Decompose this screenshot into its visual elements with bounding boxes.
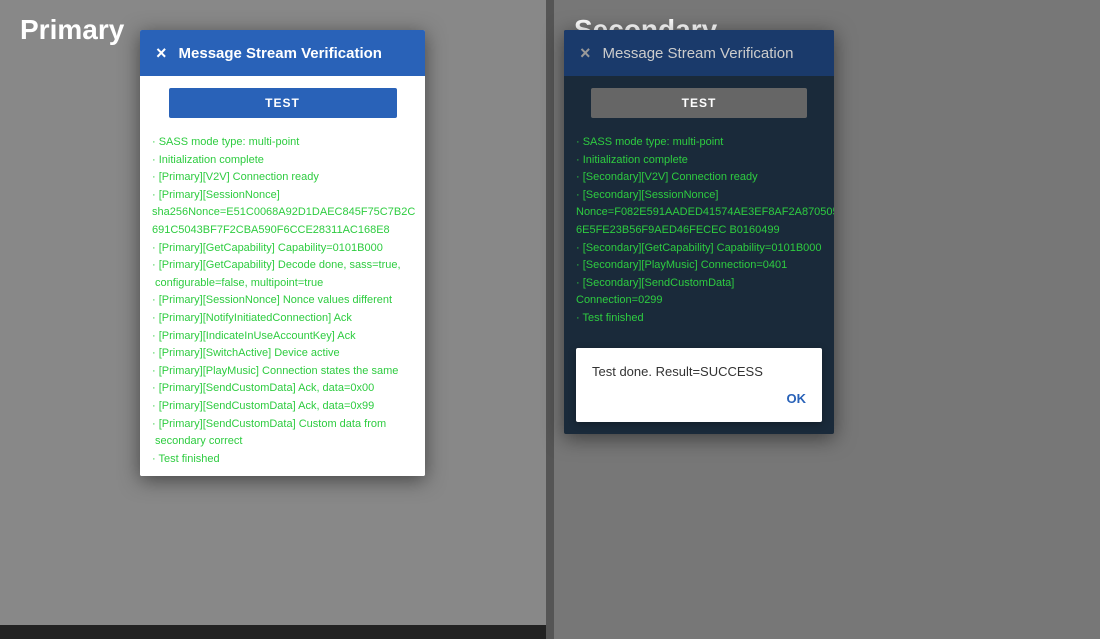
log-line: · [Primary][SwitchActive] Device active xyxy=(152,345,413,363)
log-line: · [Primary][V2V] Connection ready xyxy=(152,169,413,187)
log-line: · [Primary][PlayMusic] Connection states… xyxy=(152,363,413,381)
right-modal-title: Message Stream Verification xyxy=(603,45,794,62)
log-line: · SASS mode type: multi-point xyxy=(152,134,413,152)
log-line: · [Primary][SessionNonce] Nonce values d… xyxy=(152,292,413,310)
log-line: · [Primary][GetCapability] Capability=01… xyxy=(152,240,413,258)
log-line: · Test finished xyxy=(576,310,822,328)
result-ok-button[interactable]: OK xyxy=(592,391,806,406)
left-modal-log: · SASS mode type: multi-point · Initiali… xyxy=(140,126,425,476)
log-line: · Initialization complete xyxy=(576,152,822,170)
right-modal: × Message Stream Verification TEST · SAS… xyxy=(564,30,834,434)
result-dialog: Test done. Result=SUCCESS OK xyxy=(576,348,822,422)
log-line: · [Secondary][GetCapability] Capability=… xyxy=(576,240,822,258)
left-bottom-bar xyxy=(0,625,546,639)
log-line: · [Primary][IndicateInUseAccountKey] Ack xyxy=(152,328,413,346)
log-line: · [Secondary][SessionNonce]Nonce=F082E59… xyxy=(576,187,822,240)
log-line: · Test finished xyxy=(152,451,413,469)
left-modal: × Message Stream Verification TEST · SAS… xyxy=(140,30,425,476)
log-line: · [Primary][SendCustomData] Custom data … xyxy=(152,416,413,451)
left-modal-header: × Message Stream Verification xyxy=(140,30,425,76)
log-line: · SASS mode type: multi-point xyxy=(576,134,822,152)
log-line: · [Primary][SendCustomData] Ack, data=0x… xyxy=(152,380,413,398)
log-line: · [Primary][SessionNonce]sha256Nonce=E51… xyxy=(152,187,413,240)
log-line: · Initialization complete xyxy=(152,152,413,170)
left-modal-close-button[interactable]: × xyxy=(156,44,167,62)
log-line: · [Secondary][PlayMusic] Connection=0401 xyxy=(576,257,822,275)
log-line: · [Secondary][SendCustomData] Connection… xyxy=(576,275,822,310)
left-test-button[interactable]: TEST xyxy=(169,88,397,118)
left-panel: Primary × Message Stream Verification TE… xyxy=(0,0,546,639)
log-line: · [Primary][GetCapability] Decode done, … xyxy=(152,257,413,292)
log-line: · [Primary][NotifyInitiatedConnection] A… xyxy=(152,310,413,328)
panel-divider xyxy=(546,0,554,639)
log-line: · [Primary][SendCustomData] Ack, data=0x… xyxy=(152,398,413,416)
result-message: Test done. Result=SUCCESS xyxy=(592,364,806,379)
log-line: · [Secondary][V2V] Connection ready xyxy=(576,169,822,187)
right-test-button: TEST xyxy=(591,88,807,118)
right-modal-log: · SASS mode type: multi-point · Initiali… xyxy=(564,126,834,336)
right-modal-close-button[interactable]: × xyxy=(580,44,591,62)
left-modal-title: Message Stream Verification xyxy=(179,45,382,62)
right-panel: Secondary × Message Stream Verification … xyxy=(554,0,1100,639)
right-modal-header: × Message Stream Verification xyxy=(564,30,834,76)
